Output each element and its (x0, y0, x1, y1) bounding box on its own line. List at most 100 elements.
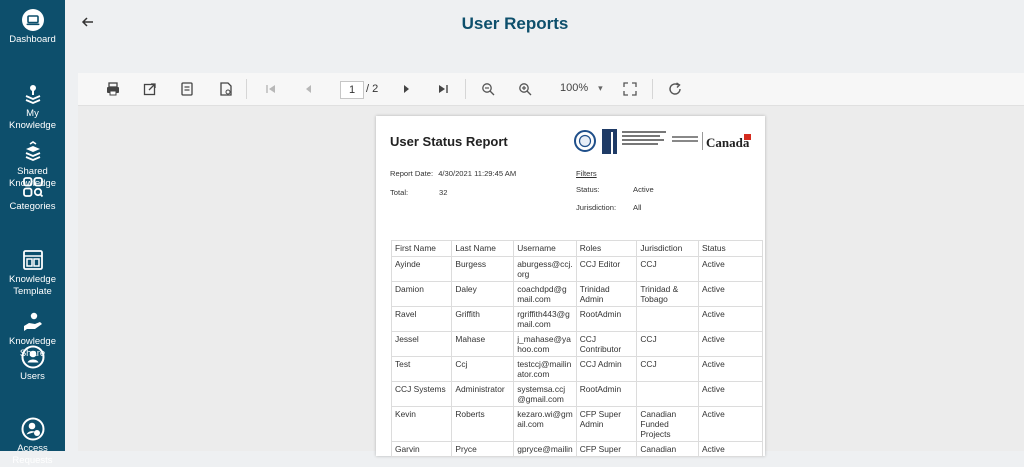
table-cell: CFP Super (575, 441, 638, 457)
table-header-row: First Name Last Name Username Roles Jurisdic… (390, 240, 764, 257)
table-cell: Test (390, 356, 453, 382)
table-cell: coachdpd@g mail.com (513, 281, 577, 307)
template-icon (21, 236, 45, 270)
chevron-down-icon: ▾ (598, 83, 603, 93)
zoom-out-icon[interactable] (480, 81, 496, 97)
sidebar-item-label: Dashboard (9, 34, 56, 45)
table-cell: Active (697, 406, 764, 442)
access-request-icon (21, 405, 45, 441)
column-header: Username (513, 240, 577, 257)
table-cell: Daley (451, 281, 515, 307)
table-cell: Griffith (451, 306, 515, 332)
table-row: CCJ Systems Administrator systemsa.ccj @gm… (390, 381, 764, 407)
page-title: User Reports (461, 14, 569, 33)
status-filter-label: Status: (576, 185, 600, 194)
table-cell: Ravel (390, 306, 453, 332)
page-number-input[interactable]: 1 (340, 81, 364, 99)
table-row: Jessel Mahase j_mahase@ya hoo.com CCJ Contr… (390, 331, 764, 357)
table-cell: Pryce (451, 441, 515, 457)
report-date-value: 4/30/2021 11:29:45 AM (438, 169, 517, 178)
column-header: Last Name (451, 240, 515, 257)
jurist-logo: Canada (574, 129, 751, 154)
table-cell: gpryce@mailin (513, 441, 577, 457)
table-cell: Trinidad & Tobago (636, 281, 699, 307)
hand-share-icon (21, 298, 45, 331)
table-cell: Trinidad Admin (575, 281, 638, 307)
table-cell: Active (697, 281, 764, 307)
report-date: Report Date: 4/30/2021 11:29:45 AM (390, 169, 516, 178)
table-row: Ravel Griffith rgriffith443@g mail.com Root… (390, 306, 764, 332)
table-cell (636, 381, 699, 407)
user-circle-icon (21, 345, 45, 369)
table-row: Ayinde Burgess aburgess@ccj. org CCJ Editor… (390, 256, 764, 282)
table-cell: kezaro.wi@gm ail.com (513, 406, 577, 442)
column-header: Status (697, 240, 764, 257)
table-cell: CCJ Contributor (575, 331, 638, 357)
sidebar: Dashboard My Knowledge Shared Knowledge … (0, 0, 65, 466)
table-cell: CCJ Editor (575, 256, 638, 282)
table-cell: Burgess (451, 256, 515, 282)
svg-text:Canada: Canada (706, 135, 750, 150)
table-cell: aburgess@ccj. org (513, 256, 577, 282)
table-cell: RootAdmin (575, 306, 638, 332)
sidebar-item-categories[interactable]: Categories (0, 175, 65, 213)
jurisdiction-filter-label: Jurisdiction: (576, 203, 617, 212)
table-cell: CCJ (636, 331, 699, 357)
table-cell: Active (697, 331, 764, 357)
next-page-icon[interactable] (398, 81, 414, 97)
knowledge-stack-icon (21, 70, 45, 104)
table-cell: Active (697, 381, 764, 407)
report-viewer: 1 / 2 100% ▾ User Status Report Canada R… (78, 73, 1024, 457)
report-page: User Status Report Canada Report Date: 4… (376, 116, 765, 457)
document-map-icon[interactable] (179, 81, 195, 97)
table-cell: Ayinde (390, 256, 453, 282)
refresh-icon[interactable] (667, 81, 683, 97)
jurisdiction-filter-value: All (633, 203, 642, 212)
table-row: Damion Daley coachdpd@g mail.com Trinidad A… (390, 281, 764, 307)
page-setup-icon[interactable] (218, 81, 234, 97)
table-cell: Active (697, 441, 764, 457)
toolbar-separator (652, 79, 653, 99)
sponsor-logos: Canada (574, 126, 752, 156)
sidebar-item-users[interactable]: Users (0, 345, 65, 383)
status-filter-value: Active (633, 185, 654, 194)
table-cell: Ccj (451, 356, 515, 382)
zoom-in-icon[interactable] (517, 81, 533, 97)
table-cell (636, 306, 699, 332)
shared-stack-icon (21, 128, 45, 161)
page-total: / 2 (366, 83, 379, 95)
sidebar-item-label: Users (20, 371, 45, 382)
categories-grid-icon (21, 175, 45, 199)
report-title: User Status Report (390, 134, 508, 149)
table-cell: RootAdmin (575, 381, 638, 407)
table-cell: Active (697, 306, 764, 332)
viewer-toolbar: 1 / 2 100% ▾ (78, 73, 1024, 106)
table-cell: CCJ (636, 356, 699, 382)
table-cell: Administrator (451, 381, 515, 407)
table-row: Test Ccj testccj@mailin ator.com CCJ Admin C… (390, 356, 764, 382)
table-cell: Mahase (451, 331, 515, 357)
table-cell: Active (697, 256, 764, 282)
zoom-select[interactable]: 100% ▾ (560, 82, 603, 94)
table-cell: Canadian (636, 441, 699, 457)
print-icon[interactable] (105, 81, 121, 97)
table-cell: j_mahase@ya hoo.com (513, 331, 577, 357)
fullscreen-icon[interactable] (622, 81, 638, 97)
table-cell: CCJ Admin (575, 356, 638, 382)
column-header: Jurisdiction (636, 240, 699, 257)
sidebar-item-access-requests[interactable]: Access Requests (0, 393, 65, 467)
table-cell: CCJ (636, 256, 699, 282)
total-value: 32 (439, 188, 448, 197)
table-cell: CFP Super Admin (575, 406, 638, 442)
table-cell: Active (697, 356, 764, 382)
table-cell: Canadian Funded Projects (636, 406, 699, 442)
sidebar-item-label: Access Requests (12, 443, 53, 466)
column-header: First Name (390, 240, 453, 257)
toolbar-separator (246, 79, 247, 99)
table-cell: Jessel (390, 331, 453, 357)
export-icon[interactable] (142, 81, 158, 97)
filters-heading: Filters (576, 169, 597, 178)
last-page-icon[interactable] (435, 81, 451, 97)
first-page-icon[interactable] (263, 81, 279, 97)
previous-page-icon[interactable] (301, 81, 317, 97)
